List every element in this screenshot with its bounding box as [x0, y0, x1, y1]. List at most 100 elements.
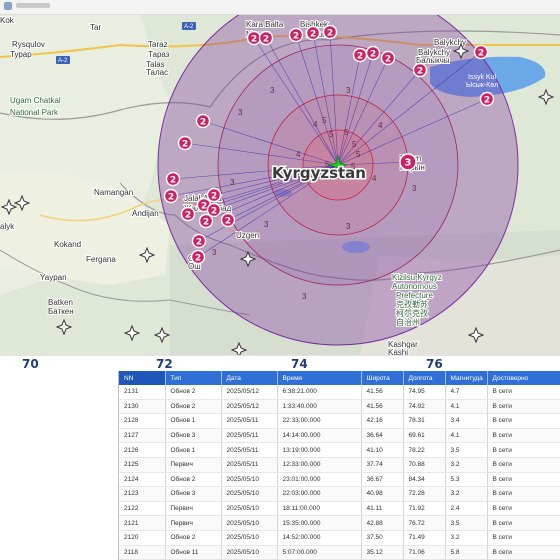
table-row[interactable]: 2122 Первич 2025/05/10 18:11:00.000 41.11 71.… [119, 501, 560, 517]
place-label: Kokand [54, 240, 81, 249]
table-row[interactable]: 2120 Обнов 2 2025/05/10 14:52:00.000 37.50 71… [119, 530, 560, 546]
cell-time: 23:01:00.000 [277, 472, 362, 488]
station-marker[interactable]: 2 [165, 171, 181, 187]
intensity-number: 3 [302, 292, 307, 301]
place-label: Баткен [48, 307, 74, 316]
intensity-number: 3 [230, 178, 235, 187]
cell-type: Обнов 2 [165, 385, 222, 400]
table-row[interactable]: 2131 Обнов 2 2025/05/12 6:38:21.000 41.56 74.… [119, 385, 560, 400]
country-label: Kyrgyzstan [272, 164, 366, 182]
place-label: Issyk Kul [468, 74, 496, 81]
place-label: Ысык-Көл [466, 82, 498, 89]
column-header-nn[interactable]: NN [119, 371, 166, 385]
cell-time: 14:14:00.000 [277, 428, 362, 444]
column-header-magnitude[interactable]: Магнитуда [445, 371, 488, 385]
cell-latitude: 40.98 [361, 486, 404, 502]
cell-nn: 2131 [119, 385, 166, 400]
table-header-row: NN Тип Дата Время Широта Долгота Магниту… [119, 371, 560, 385]
station-marker[interactable]: 2 [195, 113, 211, 129]
column-header-longitude[interactable]: Долгота [403, 371, 446, 385]
side-panel [0, 371, 119, 560]
cell-time: 22:03:00.000 [277, 486, 362, 502]
cell-nn: 2127 [119, 428, 166, 444]
place-label: Andijan [132, 209, 159, 218]
column-header-reliability[interactable]: Достоверно [487, 371, 560, 385]
station-marker[interactable]: 2 [206, 187, 222, 203]
table-row[interactable]: 2118 Обнов 11 2025/05/10 5:07:00.000 35.12 71… [119, 545, 560, 560]
station-marker-value: 2 [251, 34, 257, 44]
station-marker[interactable]: 2 [365, 45, 381, 61]
station-marker-value: 2 [478, 48, 484, 58]
column-header-time[interactable]: Время [277, 371, 362, 385]
station-marker[interactable]: 2 [246, 30, 262, 46]
station-marker[interactable]: 2 [206, 202, 222, 218]
station-marker-value: 2 [203, 217, 209, 227]
place-label: 自治州 [396, 317, 420, 327]
station-marker-value: 3 [405, 157, 412, 168]
station-marker[interactable]: 3 [399, 153, 417, 171]
cell-longitude: 70.88 [403, 457, 446, 473]
cell-longitude: 71.49 [403, 530, 446, 546]
intensity-number: 5 [322, 116, 327, 125]
cell-type: Обнов 3 [165, 428, 222, 444]
place-label: 克孜勒苏 [396, 299, 428, 309]
cell-time: 6:38:21.000 [277, 385, 362, 400]
station-marker[interactable]: 2 [177, 135, 193, 151]
table-row[interactable]: 2128 Обнов 1 2025/05/11 22:33:00.000 42.16 78… [119, 413, 560, 429]
station-marker[interactable]: 2 [190, 249, 206, 265]
table-row[interactable]: 2125 Первич 2025/05/11 12:33:00.000 37.74 70.… [119, 457, 560, 473]
table-row[interactable]: 2121 Первич 2025/05/10 15:35:00.000 42.88 76.… [119, 515, 560, 531]
station-marker[interactable]: 2 [412, 62, 428, 78]
intensity-number: 5 [352, 140, 357, 149]
station-marker-value: 2 [211, 206, 217, 216]
events-grid[interactable]: NN Тип Дата Время Широта Долгота Магниту… [119, 371, 560, 560]
cell-nn: 2122 [119, 501, 166, 517]
place-label: Rysqulov [12, 40, 45, 49]
station-marker[interactable]: 2 [180, 206, 196, 222]
axis-label-70: 70 [22, 357, 39, 371]
table-row[interactable]: 2130 Обнов 2 2025/05/12 1:33:40.000 41.56 74.… [119, 399, 560, 415]
cell-nn: 2130 [119, 399, 166, 415]
table-row[interactable]: 2126 Обнов 1 2025/05/11 13:19:00.000 41.10 78… [119, 442, 560, 458]
map-view[interactable]: Tar Rysqulov Турар Taraz Тараз Talas Талас Ugam… [0, 15, 560, 355]
cell-time: 13:19:00.000 [277, 442, 362, 458]
table-row[interactable]: 2123 Обнов 3 2025/05/10 22:03:00.000 40.98 72… [119, 486, 560, 502]
intensity-number: 5 [344, 128, 349, 137]
cell-date: 2025/05/12 [221, 399, 278, 415]
station-marker[interactable]: 2 [322, 24, 338, 40]
cell-type: Обнов 11 [165, 545, 222, 560]
axis-label-76: 76 [426, 357, 443, 371]
station-marker[interactable]: 2 [258, 30, 274, 46]
column-header-date[interactable]: Дата [221, 371, 278, 385]
table-row[interactable]: 2124 Обнов 2 2025/05/10 23:01:00.000 36.67 84… [119, 472, 560, 488]
place-label: Талас [146, 68, 168, 77]
cell-time: 22:33:00.000 [277, 413, 362, 429]
station-marker[interactable]: 2 [163, 188, 179, 204]
column-header-latitude[interactable]: Широта [361, 371, 404, 385]
station-marker[interactable]: 2 [352, 47, 368, 63]
cell-reliability: В сети [487, 501, 560, 517]
cell-nn: 2125 [119, 457, 166, 473]
station-marker[interactable]: 2 [479, 91, 495, 107]
station-marker[interactable]: 2 [305, 25, 321, 41]
station-marker[interactable]: 2 [288, 27, 304, 43]
station-marker[interactable]: 2 [380, 50, 396, 66]
map-canvas[interactable]: TarRysqulovТурарTarazТаразTalasТаласUgam… [0, 15, 560, 355]
cell-longitude: 71.06 [403, 545, 446, 560]
station-marker[interactable]: 2 [191, 233, 207, 249]
column-header-type[interactable]: Тип [165, 371, 222, 385]
station-marker[interactable]: 2 [473, 44, 489, 60]
station-marker[interactable]: 2 [198, 213, 214, 229]
station-marker-value: 2 [370, 49, 376, 59]
events-table[interactable]: NN Тип Дата Время Широта Долгота Магниту… [119, 371, 560, 560]
station-marker[interactable]: 2 [220, 212, 236, 228]
cell-time: 1:33:40.000 [277, 399, 362, 415]
cell-longitude: 76.72 [403, 515, 446, 531]
window-title-placeholder [16, 3, 50, 8]
table-row[interactable]: 2127 Обнов 3 2025/05/11 14:14:00.000 36.64 69… [119, 428, 560, 444]
cell-reliability: В сети [487, 399, 560, 415]
cell-latitude: 41.56 [361, 399, 404, 415]
station-marker-value: 2 [170, 175, 176, 185]
cell-date: 2025/05/10 [221, 545, 278, 560]
intensity-number: 3 [346, 86, 351, 95]
